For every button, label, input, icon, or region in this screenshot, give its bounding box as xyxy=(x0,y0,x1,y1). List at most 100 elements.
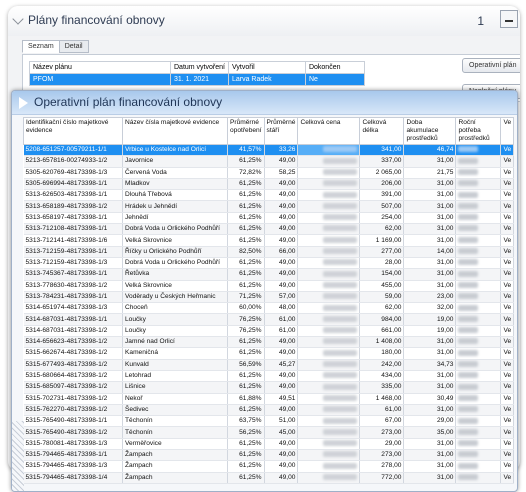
cell-id: 5314-651974-48173398-1/3 xyxy=(23,302,123,315)
cell-length: 277,00 xyxy=(359,246,405,258)
cell-age: 49,00 xyxy=(264,404,299,417)
table-row[interactable]: 5315-765490-48173398-1/2 Těchonín 56,25% 45… xyxy=(23,426,515,439)
redacted-value xyxy=(323,214,358,221)
cell-price-redacted xyxy=(297,189,361,202)
cell-accumulation: 31,00 xyxy=(403,178,457,191)
cell-annual-need-redacted xyxy=(455,155,502,168)
cell-accumulation: 31,00 xyxy=(403,280,457,292)
table-row[interactable]: 5313-626503-48173398-1/1 Dlouhá Třebová 61… xyxy=(23,189,515,202)
cell-length: 67,00 xyxy=(359,415,405,428)
cell-length: 62,00 xyxy=(359,223,405,236)
cell-price-redacted xyxy=(297,460,361,473)
cell-ve: Ve xyxy=(500,359,515,371)
cell-age: 49,00 xyxy=(264,280,299,292)
table-row[interactable]: 5315-794465-48173398-1/1 Žampach 61,25% 49,… xyxy=(23,449,515,462)
table-row[interactable]: 5213-657816-00274933-1/2 Javornice 61,25% 4… xyxy=(23,155,515,168)
cell-wear: 41,57% xyxy=(227,144,265,157)
redacted-value xyxy=(323,338,358,345)
cell-name: Velká Skrovnice xyxy=(122,234,228,247)
col-header-accumulation[interactable]: Doba akumulace prostředků xyxy=(403,117,457,145)
col-header-length[interactable]: Celková délka xyxy=(359,117,405,145)
tab-detail[interactable]: Detail xyxy=(58,40,89,53)
table-row[interactable]: 5315-794465-48173398-1/3 Žampach 61,25% 49,… xyxy=(23,460,515,473)
col-header-vytvoril[interactable]: Vytvořil xyxy=(227,61,306,74)
table-row[interactable]: 5315-662674-48173398-1/2 Kameničná 61,25% 4… xyxy=(23,347,515,360)
col-header-nazev[interactable]: Název plánu xyxy=(29,61,171,74)
cell-annual-need-redacted xyxy=(455,393,502,405)
table-row[interactable]: 5315-762270-48173398-1/2 Šedivec 61,25% 49,… xyxy=(23,404,515,417)
table-row[interactable]: 5313-712159-48173398-1/1 Říčky u Orlickéh… xyxy=(23,246,515,258)
cell-id: 5313-712159-48173398-1/1 xyxy=(23,246,123,258)
cell-accumulation: 31,00 xyxy=(403,460,457,473)
cell-accumulation: 31,00 xyxy=(403,155,457,168)
cell-price-redacted xyxy=(297,426,361,439)
cell-accumulation: 29,00 xyxy=(403,415,457,428)
table-row[interactable]: 5315-765490-48173398-1/1 Těchonín 63,75% 51… xyxy=(23,415,515,428)
cell-age: 57,00 xyxy=(264,291,299,304)
cell-annual-need-redacted xyxy=(455,325,502,338)
cell-length: 391,00 xyxy=(359,189,405,202)
cell-age: 49,00 xyxy=(264,234,299,247)
table-row[interactable]: 5315-680664-48173398-1/2 Letohrad 61,25% 49… xyxy=(23,370,515,383)
cell-annual-need-redacted xyxy=(455,415,502,428)
cell-wear: 61,88% xyxy=(227,393,265,405)
table-row[interactable]: 5314-656623-48173398-1/2 Jamné nad Orlicí… xyxy=(23,336,515,349)
table-row[interactable]: 5313-712108-48173398-1/1 Dobrá Voda u Orl… xyxy=(23,223,515,236)
table-row[interactable]: 5313-712141-48173398-1/6 Velká Skrovnice 6… xyxy=(23,234,515,247)
col-header-id[interactable]: Identifikační číslo majetkové evidence xyxy=(23,117,123,145)
operational-plan-button[interactable]: Operativní plán xyxy=(462,58,520,73)
redacted-value xyxy=(323,236,358,243)
cell-name: Jehnědí xyxy=(122,212,228,225)
cell-wear: 61,25% xyxy=(227,200,265,213)
col-header-ve[interactable]: Ve xyxy=(500,117,515,145)
cell-age: 49,00 xyxy=(264,189,299,202)
cell-id: 5315-680664-48173398-1/2 xyxy=(23,370,123,383)
plans-table: Název plánu Datum vytvoření Vytvořil Dok… xyxy=(29,61,365,86)
cell-annual-need-redacted xyxy=(455,404,502,417)
col-header-dokoncen[interactable]: Dokončen xyxy=(304,61,365,74)
table-row[interactable]: 5314-687031-48173398-1/2 Loučky 76,25% 61,0… xyxy=(23,325,515,338)
minimize-button[interactable] xyxy=(500,10,518,28)
table-row[interactable]: 5305-620769-48173398-1/3 Červená Voda 72,8… xyxy=(23,167,515,179)
table-row[interactable]: 5208-651257-00579211-1/1 Vrbice u Kostelc… xyxy=(23,144,515,157)
col-header-age[interactable]: Průměrné stáří xyxy=(263,117,299,145)
col-header-price[interactable]: Celková cena xyxy=(297,117,361,145)
col-header-name[interactable]: Název čísla majetkové evidence xyxy=(122,117,228,145)
cell-ve: Ve xyxy=(500,472,515,484)
cell-id: 5313-712141-48173398-1/6 xyxy=(23,234,123,247)
table-row[interactable]: 5314-687031-48173398-1/1 Loučky 76,25% 61,0… xyxy=(23,313,515,326)
cell-ve: Ve xyxy=(500,404,515,417)
cell-length: 180,00 xyxy=(359,347,405,360)
cell-id: 5313-658197-48173398-1/1 xyxy=(23,212,123,225)
redacted-value xyxy=(458,304,479,311)
table-row[interactable]: 5315-794465-48173398-1/4 Žampach 61,25% 49,… xyxy=(23,472,515,484)
col-header-annual-need[interactable]: Roční potřeba prostředků xyxy=(455,117,502,145)
redacted-value xyxy=(323,372,358,379)
table-row[interactable]: 5315-780081-48173398-1/3 Verměřovice 61,25… xyxy=(23,438,515,451)
col-header-datum[interactable]: Datum vytvoření xyxy=(170,61,229,74)
table-row[interactable]: 5313-712159-48173398-1/3 Dobrá Voda u Orl… xyxy=(23,257,515,270)
cell-length: 278,00 xyxy=(359,460,405,473)
table-row[interactable]: 5314-651974-48173398-1/3 Choceň 60,00% 48,0… xyxy=(23,302,515,315)
cell-age: 49,00 xyxy=(264,438,299,451)
table-row[interactable]: 5313-784231-48173398-1/1 Voděrady u Český… xyxy=(23,291,515,304)
cell-annual-need-redacted xyxy=(455,257,502,270)
redacted-value xyxy=(458,146,479,153)
tab-seznam[interactable]: Seznam xyxy=(22,40,60,53)
collapse-arrow-icon[interactable] xyxy=(12,13,24,25)
col-header-wear[interactable]: Průměrné opotřebení xyxy=(227,117,265,145)
table-row[interactable]: 5313-658189-48173398-1/2 Hrádek u Jehnědí… xyxy=(23,200,515,213)
plan-row[interactable]: PFOM 31. 1. 2021 Larva Radek Ne xyxy=(29,73,365,86)
cell-annual-need-redacted xyxy=(455,313,502,326)
table-row[interactable]: 5315-702731-48173398-1/2 Nekoř 61,88% 49,51… xyxy=(23,393,515,405)
cell-id: 5314-656623-48173398-1/2 xyxy=(23,336,123,349)
cell-ve: Ve xyxy=(500,144,515,157)
table-row[interactable]: 5315-685097-48173398-1/2 Lišnice 61,25% 49,… xyxy=(23,381,515,394)
table-row[interactable]: 5313-745367-48173398-1/1 Řetůvka 61,25% 49,… xyxy=(23,268,515,281)
table-row[interactable]: 5305-696994-48173398-1/1 Mladkov 61,25% 49,… xyxy=(23,178,515,191)
table-row[interactable]: 5313-658197-48173398-1/1 Jehnědí 61,25% 49,… xyxy=(23,212,515,225)
table-row[interactable]: 5313-778630-48173398-1/2 Velká Skrovnice 6… xyxy=(23,280,515,292)
table-row[interactable]: 5315-677493-48173398-1/2 Kunvald 56,59% 45,… xyxy=(23,359,515,371)
cell-annual-need-redacted xyxy=(455,144,502,157)
dialog-header: Operativní plán financování obnovy xyxy=(12,91,517,115)
